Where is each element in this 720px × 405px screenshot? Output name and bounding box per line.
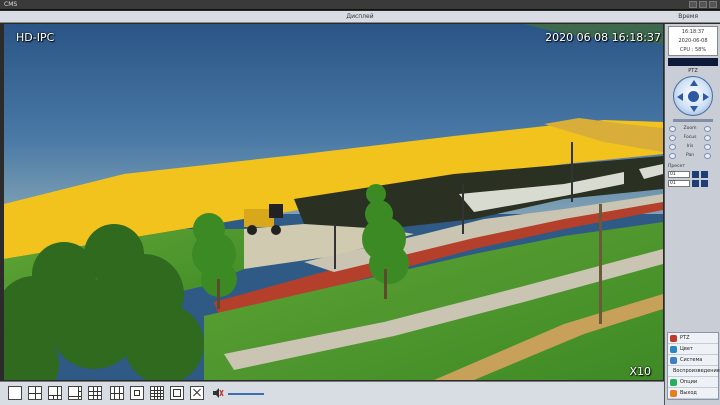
options-icon (670, 378, 677, 386)
zoom-label: X10 (629, 365, 651, 378)
app-name: CMS (4, 1, 18, 8)
minus-button[interactable] (669, 125, 676, 132)
menu-item-label: Система (680, 357, 703, 363)
plus-button[interactable] (704, 143, 711, 150)
control-label: Zoom (683, 126, 697, 131)
layout-4-icon[interactable] (28, 386, 42, 400)
status-cpu: CPU : 58% (679, 47, 707, 53)
ptz-speed-slider[interactable] (673, 119, 713, 122)
cruise-select[interactable]: 01 (668, 180, 690, 187)
status-time: 16:18:37 (681, 29, 705, 35)
menu-item-label: PTZ (680, 335, 690, 341)
minimize-button[interactable] (689, 1, 697, 8)
control-label: Pan (685, 153, 695, 158)
maximize-button[interactable] (699, 1, 707, 8)
ptz-control-row: Zoom (669, 124, 719, 133)
camera-feed-image (4, 24, 663, 380)
preset-set-button[interactable] (701, 171, 708, 178)
ptz-header-bar (668, 58, 718, 66)
layout-1-icon[interactable] (8, 386, 22, 400)
menu-item-options[interactable]: Опции (668, 377, 718, 388)
stop-icon[interactable] (701, 180, 708, 187)
main-menu: PTZ Цвет Система Воспроизведение Опции В… (667, 332, 720, 400)
preset-label: Пресет (668, 164, 685, 169)
layout-10-icon[interactable] (110, 386, 124, 400)
menu-item-system[interactable]: Система (668, 355, 718, 366)
ptz-control-row: Iris (669, 142, 719, 151)
timestamp-overlay: 2020 06 08 16:18:37 (545, 31, 661, 44)
menu-item-color[interactable]: Цвет (668, 344, 718, 355)
arrow-up-icon[interactable] (690, 80, 698, 86)
close-button[interactable] (709, 1, 717, 8)
play-icon[interactable] (692, 180, 699, 187)
ptz-title: PTZ (688, 68, 698, 74)
layout-6-icon[interactable] (48, 386, 62, 400)
camera-label: HD-IPC (16, 31, 55, 44)
preset-area: Пресет 01 01 (668, 164, 718, 187)
time-tab[interactable]: Время (678, 11, 698, 23)
layout-toolbar (0, 381, 664, 405)
display-header: Дисплей Время (0, 11, 720, 23)
control-label: Focus (683, 135, 697, 140)
layout-25-icon[interactable] (170, 386, 184, 400)
menu-item-label: Опции (680, 379, 698, 385)
title-bar: CMS (0, 0, 720, 10)
minus-button[interactable] (669, 152, 676, 159)
ptz-control-row: Pan (669, 151, 719, 160)
ptz-center-button[interactable] (688, 91, 699, 102)
status-date: 2020-06-08 (678, 38, 708, 44)
ptz-icon (670, 334, 677, 342)
system-icon (670, 356, 677, 364)
menu-item-label: Цвет (680, 346, 693, 352)
menu-item-ptz[interactable]: PTZ (668, 333, 718, 344)
arrow-left-icon[interactable] (677, 93, 683, 101)
ptz-control-row: Focus (669, 133, 719, 142)
menu-item-playback[interactable]: Воспроизведение (668, 366, 720, 377)
arrow-right-icon[interactable] (703, 93, 709, 101)
control-panel: 16:18:37 2020-06-08 CPU : 58% PTZ Zoom F… (664, 24, 720, 405)
control-label: Iris (686, 144, 694, 149)
cms-window: CMS Дисплей Время HD-IPC 2020 06 08 16:1… (0, 0, 720, 405)
plus-button[interactable] (704, 125, 711, 132)
menu-item-label: Выход (680, 390, 697, 396)
minus-button[interactable] (669, 143, 676, 150)
ptz-direction-pad[interactable] (673, 76, 713, 116)
color-icon (670, 345, 677, 353)
volume-slider[interactable] (228, 393, 264, 395)
minus-button[interactable] (669, 134, 676, 141)
plus-button[interactable] (704, 134, 711, 141)
display-tab[interactable]: Дисплей (0, 11, 720, 23)
preset-go-button[interactable] (692, 171, 699, 178)
layout-8-icon[interactable] (68, 386, 82, 400)
status-box: 16:18:37 2020-06-08 CPU : 58% (668, 26, 718, 56)
arrow-down-icon[interactable] (690, 106, 698, 112)
plus-button[interactable] (704, 152, 711, 159)
layout-13-icon[interactable] (130, 386, 144, 400)
menu-item-label: Воспроизведение (673, 368, 720, 374)
exit-icon (670, 389, 677, 397)
ptz-controls: Zoom Focus Iris Pan (669, 124, 719, 160)
fullscreen-icon[interactable] (190, 386, 204, 400)
menu-item-exit[interactable]: Выход (668, 388, 718, 399)
preset-select[interactable]: 01 (668, 171, 690, 178)
video-view[interactable]: HD-IPC 2020 06 08 16:18:37 X10 (4, 24, 663, 380)
volume-icon[interactable] (212, 387, 224, 399)
layout-9-icon[interactable] (88, 386, 102, 400)
layout-16-icon[interactable] (150, 386, 164, 400)
